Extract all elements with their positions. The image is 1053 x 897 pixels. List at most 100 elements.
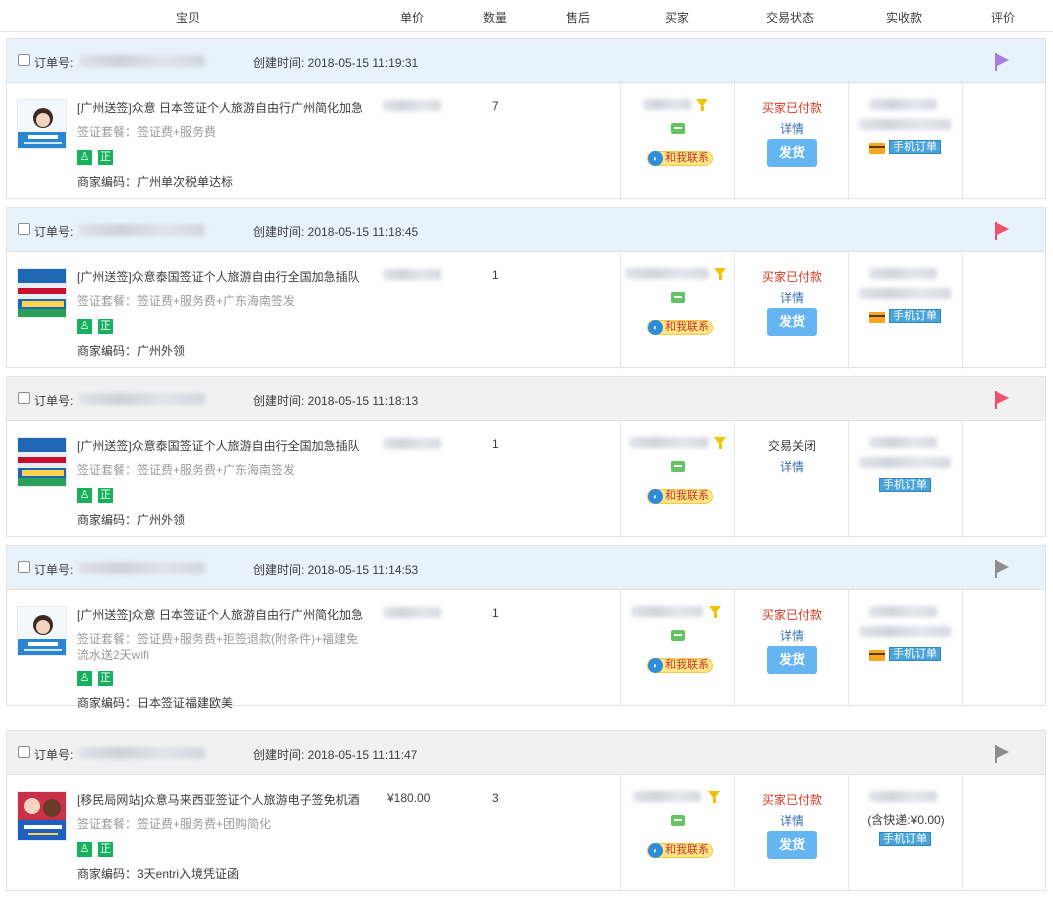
col-price-header: 单价 xyxy=(400,11,425,25)
buyer-name[interactable] xyxy=(625,268,709,279)
trade-status: 买家已付款 xyxy=(761,270,822,284)
item-package: 签证套餐：签证费+服务费+团购简化 xyxy=(77,817,272,831)
paid-amount xyxy=(869,437,937,448)
order-body: [广州送签]众意 日本签证个人旅游自由行广州简化加急 签证套餐：签证费+服务费 … xyxy=(7,83,1045,200)
order-checkbox[interactable] xyxy=(18,746,30,758)
item-badges: ♙ 正 xyxy=(77,487,119,503)
item-badges: ♙ 正 xyxy=(77,318,119,334)
buyer-name[interactable] xyxy=(629,437,709,448)
unit-price-value xyxy=(383,269,441,280)
paid-amount xyxy=(869,606,937,617)
credit-card-icon xyxy=(869,143,885,154)
contact-me-button[interactable]: ◐ 和我联系 xyxy=(647,843,713,858)
japan-visa-thumb[interactable] xyxy=(17,606,67,656)
detail-link[interactable]: 详情 xyxy=(735,812,849,829)
detail-link[interactable]: 详情 xyxy=(735,458,849,475)
order-body: [广州送签]众意泰国签证个人旅游自由行全国加急插队 签证套餐：签证费+服务费+广… xyxy=(7,421,1045,538)
order-no-label: 订单号: xyxy=(34,56,74,70)
col-paid-header: 实收款 xyxy=(886,11,923,25)
contact-me-button[interactable]: ◐ 和我联系 xyxy=(647,151,713,166)
item-title[interactable]: [广州送签]众意 日本签证个人旅游自由行广州简化加急 xyxy=(77,99,373,116)
quantity: 1 xyxy=(492,606,499,620)
credit-card-icon xyxy=(869,312,885,323)
service-icon: ♙ xyxy=(77,671,92,686)
order-checkbox[interactable] xyxy=(18,392,30,404)
japan-visa-thumb[interactable] xyxy=(17,99,67,149)
ship-button[interactable]: 发货 xyxy=(767,831,817,859)
col-status-header: 交易状态 xyxy=(766,11,815,25)
genuine-badge: 正 xyxy=(98,671,113,686)
col-buyer-header: 买家 xyxy=(665,11,690,25)
paid-shipping-note: (含快递:¥0.00) xyxy=(867,813,945,827)
ship-button[interactable]: 发货 xyxy=(767,646,817,674)
created-time: 创建时间: 2018-05-15 11:19:31 xyxy=(253,56,419,70)
genuine-badge: 正 xyxy=(98,319,113,334)
chat-icon[interactable] xyxy=(671,123,685,134)
mobile-order-tag: 手机订单 xyxy=(879,478,931,492)
item-title[interactable]: [移民局网站]众意马来西亚签证个人旅游电子签免机酒 xyxy=(77,791,373,808)
trade-status: 交易关闭 xyxy=(767,439,816,453)
unit-price-value xyxy=(383,438,441,449)
created-time: 创建时间: 2018-05-15 11:18:45 xyxy=(253,225,419,239)
order-card: 订单号: 创建时间: 2018-05-15 11:14:53 [广州送签]众意 … xyxy=(6,545,1046,710)
order-body: [移民局网站]众意马来西亚签证个人旅游电子签免机酒 签证套餐：签证费+服务费+团… xyxy=(7,775,1045,892)
detail-link[interactable]: 详情 xyxy=(735,289,849,306)
chat-icon[interactable] xyxy=(671,461,685,472)
order-checkbox[interactable] xyxy=(18,223,30,235)
buyer-name[interactable] xyxy=(631,606,703,617)
item-title[interactable]: [广州送签]众意 日本签证个人旅游自由行广州简化加急 xyxy=(77,606,373,623)
buyer-name[interactable] xyxy=(643,99,691,110)
red-flag-icon[interactable] xyxy=(995,391,1011,409)
mobile-order-tag: 手机订单 xyxy=(889,647,941,661)
chat-icon[interactable] xyxy=(671,630,685,641)
order-checkbox[interactable] xyxy=(18,561,30,573)
gray-flag-icon[interactable] xyxy=(995,745,1011,763)
paid-shipping xyxy=(859,119,951,130)
paid-shipping xyxy=(859,288,951,299)
merchant-code: 商家编码：广州外领 xyxy=(77,344,186,358)
chat-icon[interactable] xyxy=(671,815,685,826)
mobile-order-tag: 手机订单 xyxy=(889,309,941,323)
ship-button[interactable]: 发货 xyxy=(767,308,817,336)
order-no-label: 订单号: xyxy=(34,748,74,762)
item-badges: ♙ 正 xyxy=(77,670,119,686)
order-no-value xyxy=(79,562,205,574)
malaysia-visa-thumb[interactable] xyxy=(17,791,67,841)
buyer-name[interactable] xyxy=(633,791,701,802)
merchant-code: 商家编码：日本签证福建欧美 xyxy=(77,696,234,710)
order-header: 订单号: 创建时间: 2018-05-15 11:18:45 xyxy=(7,208,1045,252)
trade-status: 买家已付款 xyxy=(761,793,822,807)
ship-button[interactable]: 发货 xyxy=(767,139,817,167)
detail-link[interactable]: 详情 xyxy=(735,120,849,137)
red-flag-icon[interactable] xyxy=(995,222,1011,240)
order-header: 订单号: 创建时间: 2018-05-15 11:11:47 xyxy=(7,731,1045,775)
col-qty-header: 数量 xyxy=(483,11,508,25)
contact-me-button[interactable]: ◐ 和我联系 xyxy=(647,320,713,335)
genuine-badge: 正 xyxy=(98,842,113,857)
order-no-value xyxy=(79,393,205,405)
merchant-code: 商家编码：广州单次税单达标 xyxy=(77,175,234,189)
mobile-order-tag: 手机订单 xyxy=(879,832,931,846)
order-no-label: 订单号: xyxy=(34,563,74,577)
item-title[interactable]: [广州送签]众意泰国签证个人旅游自由行全国加急插队 xyxy=(77,437,373,454)
purple-flag-icon[interactable] xyxy=(995,53,1011,71)
chat-icon[interactable] xyxy=(671,292,685,303)
paid-shipping xyxy=(859,457,951,468)
paid-amount xyxy=(869,99,937,110)
merchant-code: 商家编码：3天entri入境凭证函 xyxy=(77,867,240,881)
gray-flag-icon[interactable] xyxy=(995,560,1011,578)
order-no-label: 订单号: xyxy=(34,394,74,408)
detail-link[interactable]: 详情 xyxy=(735,627,849,644)
order-checkbox[interactable] xyxy=(18,54,30,66)
thailand-visa-thumb[interactable] xyxy=(17,268,67,318)
created-time: 创建时间: 2018-05-15 11:11:47 xyxy=(253,748,418,762)
col-review-header: 评价 xyxy=(991,11,1016,25)
thailand-visa-thumb[interactable] xyxy=(17,437,67,487)
order-header: 订单号: 创建时间: 2018-05-15 11:19:31 xyxy=(7,39,1045,83)
paid-amount xyxy=(869,791,937,802)
item-package: 签证套餐：签证费+服务费 xyxy=(77,125,217,139)
contact-me-button[interactable]: ◐ 和我联系 xyxy=(647,658,713,673)
contact-me-button[interactable]: ◐ 和我联系 xyxy=(647,489,713,504)
paid-shipping xyxy=(859,626,951,637)
item-title[interactable]: [广州送签]众意泰国签证个人旅游自由行全国加急插队 xyxy=(77,268,373,285)
